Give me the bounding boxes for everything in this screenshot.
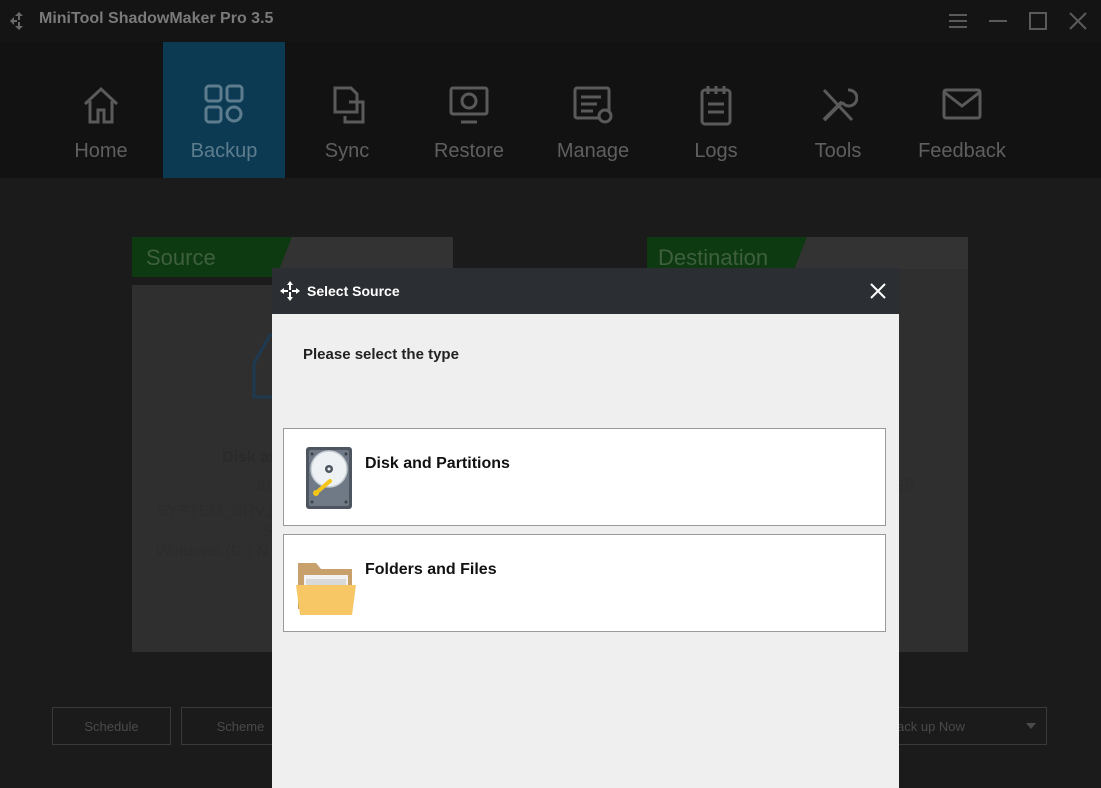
option-label: Folders and Files	[365, 561, 497, 578]
tools-icon	[822, 88, 858, 122]
source-size: 30	[253, 477, 271, 494]
menu-icon[interactable]	[945, 8, 971, 34]
folder-icon	[296, 563, 356, 615]
back-up-now-label: ack up Now	[897, 719, 965, 734]
option-label: Disk and Partitions	[365, 455, 510, 472]
source-partitions: SYSTEM_DRV,(	[157, 503, 274, 520]
maximize-icon[interactable]	[1025, 8, 1051, 34]
option-disk-and-partitions[interactable]: Disk and Partitions	[283, 428, 886, 526]
backup-icon	[204, 84, 244, 124]
nav-manage[interactable]: Manage	[532, 42, 654, 178]
close-window-icon[interactable]	[1065, 8, 1091, 34]
nav-label: Feedback	[918, 140, 1006, 162]
nav-sync[interactable]: Sync	[286, 42, 408, 178]
hard-disk-icon	[306, 447, 352, 509]
dialog-prompt: Please select the type	[303, 346, 459, 363]
title-bar: MiniTool ShadowMaker Pro 3.5	[0, 0, 1101, 42]
nav-label: Logs	[694, 140, 738, 162]
manage-icon	[573, 86, 613, 124]
nav-label: Restore	[433, 140, 505, 162]
app-logo-icon	[10, 12, 23, 30]
source-title: Disk ar	[222, 449, 276, 466]
minimize-icon[interactable]	[985, 8, 1011, 34]
main-nav: Home Backup Sync Restore Manage Logs Too…	[0, 42, 1101, 178]
nav-logs[interactable]: Logs	[655, 42, 777, 178]
sync-icon	[333, 86, 365, 124]
source-line5: Windows,(C:).N	[156, 543, 269, 560]
nav-label: Manage	[556, 140, 630, 162]
nav-restore[interactable]: Restore	[408, 42, 530, 178]
dialog-title: Select Source	[307, 283, 400, 299]
dialog-header: Select Source	[272, 268, 899, 314]
logs-icon	[700, 86, 732, 126]
nav-label: Tools	[814, 140, 862, 162]
nav-tools[interactable]: Tools	[777, 42, 899, 178]
nav-label: Home	[74, 140, 128, 162]
app-window: MiniTool ShadowMaker Pro 3.5 Home Backup…	[0, 0, 1101, 788]
move-arrows-icon	[280, 281, 300, 301]
nav-label: Backup	[190, 140, 258, 162]
restore-icon	[449, 86, 489, 124]
nav-label: Sync	[324, 140, 370, 162]
source-tab: Source	[132, 237, 292, 277]
option-folders-and-files[interactable]: Folders and Files	[283, 534, 886, 632]
nav-home[interactable]: Home	[40, 42, 162, 178]
nav-backup[interactable]: Backup	[163, 42, 285, 178]
select-source-dialog: Select Source Please select the type Dis…	[272, 268, 899, 788]
nav-feedback[interactable]: Feedback	[901, 42, 1023, 178]
source-tab-label: Source	[146, 245, 216, 270]
feedback-icon	[942, 88, 982, 120]
dropdown-arrow-icon[interactable]	[1026, 723, 1036, 731]
app-title: MiniTool ShadowMaker Pro 3.5	[39, 10, 274, 27]
close-icon[interactable]	[868, 281, 888, 301]
schedule-button[interactable]: Schedule	[52, 707, 171, 745]
home-icon	[83, 86, 119, 124]
